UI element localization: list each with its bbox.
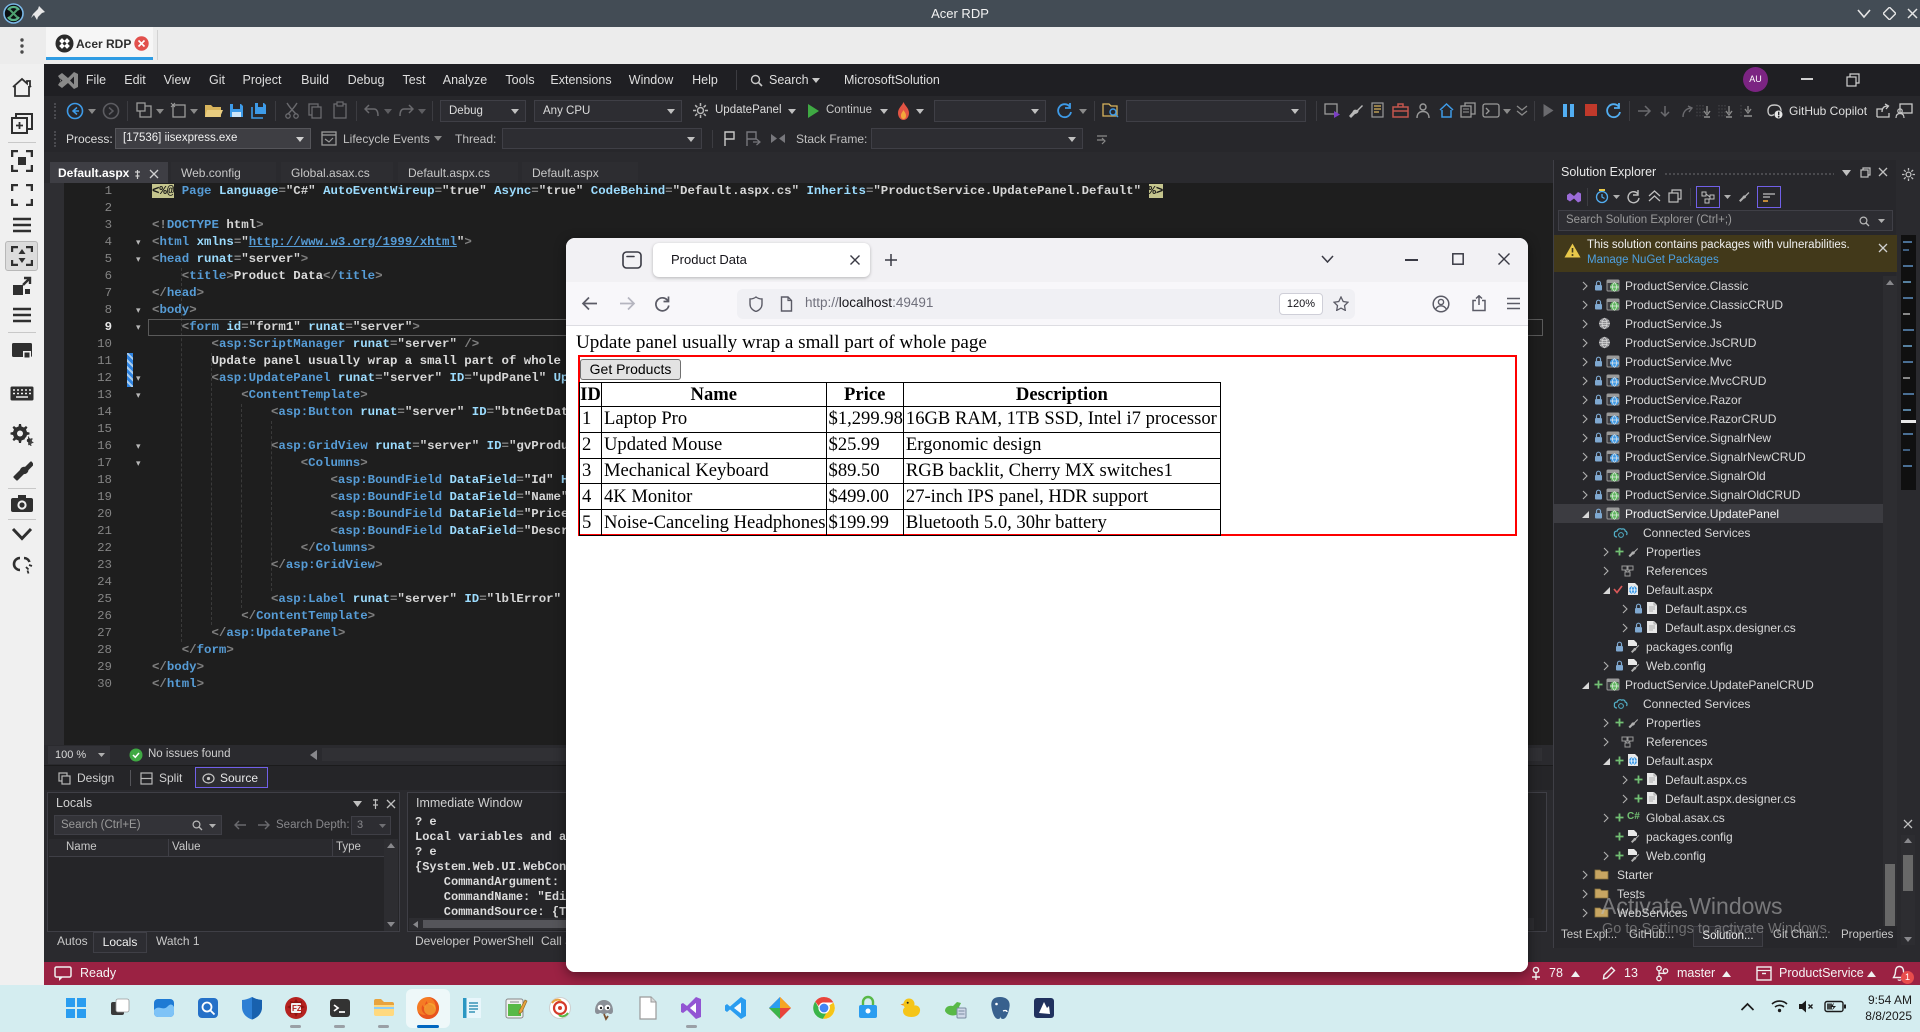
svg-text:FZ: FZ — [292, 1004, 302, 1013]
